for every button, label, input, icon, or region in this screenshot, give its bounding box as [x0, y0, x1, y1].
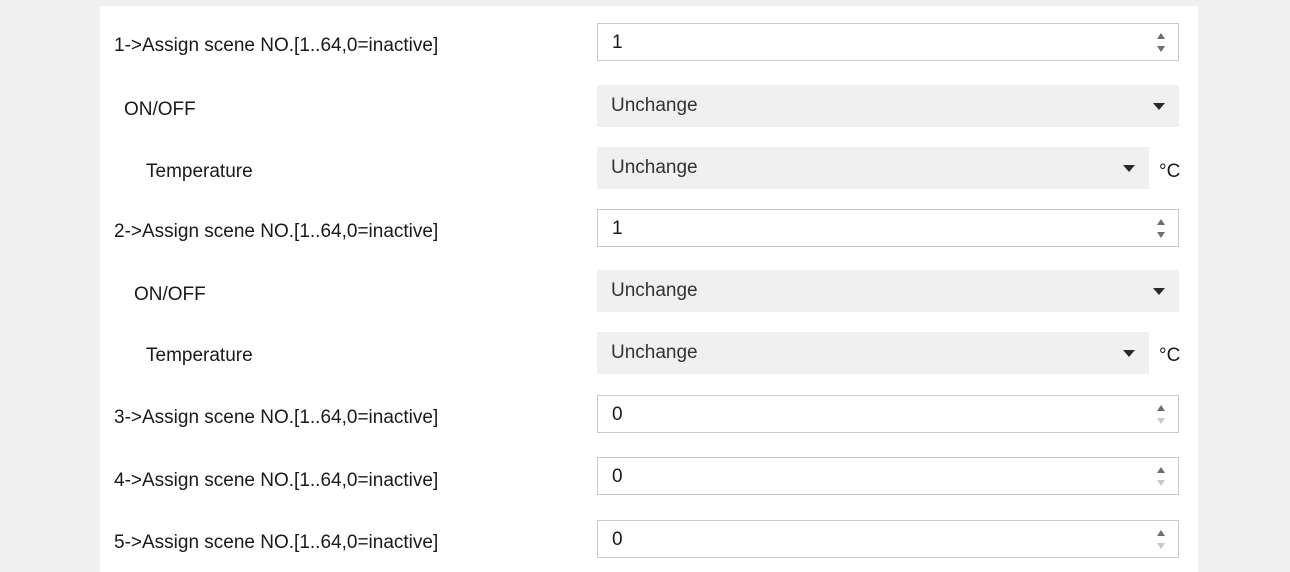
scene-5-number-input[interactable]: 0 [597, 520, 1179, 558]
spin-buttons[interactable] [1154, 464, 1168, 490]
chevron-down-icon[interactable] [1157, 232, 1165, 238]
chevron-down-icon[interactable] [1157, 543, 1165, 549]
caret-down-icon[interactable] [1123, 165, 1135, 172]
scene-1-temperature-select[interactable]: Unchange [597, 147, 1149, 189]
scene-1-label: 1->Assign scene NO.[1..64,0=inactive] [114, 35, 439, 56]
scene-4-value: 0 [612, 466, 623, 487]
scene-1-temperature-value: Unchange [611, 157, 698, 178]
scene-1-onoff-select[interactable]: Unchange [597, 85, 1179, 127]
scene-5-value: 0 [612, 529, 623, 550]
spin-buttons[interactable] [1154, 402, 1168, 428]
chevron-down-icon[interactable] [1157, 480, 1165, 486]
scene-2-value: 1 [612, 218, 623, 239]
chevron-down-icon[interactable] [1157, 418, 1165, 424]
scene-2-temperature-label: Temperature [146, 345, 253, 366]
scene-2-temperature-value: Unchange [611, 342, 698, 363]
scene-2-onoff-value: Unchange [611, 280, 698, 301]
scene-3-number-input[interactable]: 0 [597, 395, 1179, 433]
scene-4-number-input[interactable]: 0 [597, 457, 1179, 495]
unit-label: °C [1159, 161, 1181, 182]
scene-1-temperature-label: Temperature [146, 161, 253, 182]
scene-1-onoff-label: ON/OFF [124, 99, 196, 120]
chevron-up-icon[interactable] [1157, 467, 1165, 473]
scene-2-onoff-label: ON/OFF [134, 284, 206, 305]
chevron-up-icon[interactable] [1157, 530, 1165, 536]
spin-buttons[interactable] [1154, 527, 1168, 553]
scene-5-label: 5->Assign scene NO.[1..64,0=inactive] [114, 532, 439, 553]
scene-2-label: 2->Assign scene NO.[1..64,0=inactive] [114, 221, 439, 242]
chevron-up-icon[interactable] [1157, 33, 1165, 39]
scene-2-number-input[interactable]: 1 [597, 209, 1179, 247]
scene-2-temperature-select[interactable]: Unchange [597, 332, 1149, 374]
parameter-panel: 1->Assign scene NO.[1..64,0=inactive] 1 … [100, 6, 1198, 572]
scene-1-value: 1 [612, 32, 623, 53]
unit-label: °C [1159, 345, 1181, 366]
caret-down-icon[interactable] [1153, 288, 1165, 295]
chevron-down-icon[interactable] [1157, 46, 1165, 52]
scene-4-label: 4->Assign scene NO.[1..64,0=inactive] [114, 470, 439, 491]
spin-buttons[interactable] [1154, 216, 1168, 242]
chevron-up-icon[interactable] [1157, 405, 1165, 411]
scene-3-value: 0 [612, 404, 623, 425]
scene-1-number-input[interactable]: 1 [597, 23, 1179, 61]
scene-1-onoff-value: Unchange [611, 95, 698, 116]
spin-buttons[interactable] [1154, 30, 1168, 56]
caret-down-icon[interactable] [1153, 103, 1165, 110]
scene-2-onoff-select[interactable]: Unchange [597, 270, 1179, 312]
chevron-up-icon[interactable] [1157, 219, 1165, 225]
scene-3-label: 3->Assign scene NO.[1..64,0=inactive] [114, 407, 439, 428]
caret-down-icon[interactable] [1123, 350, 1135, 357]
